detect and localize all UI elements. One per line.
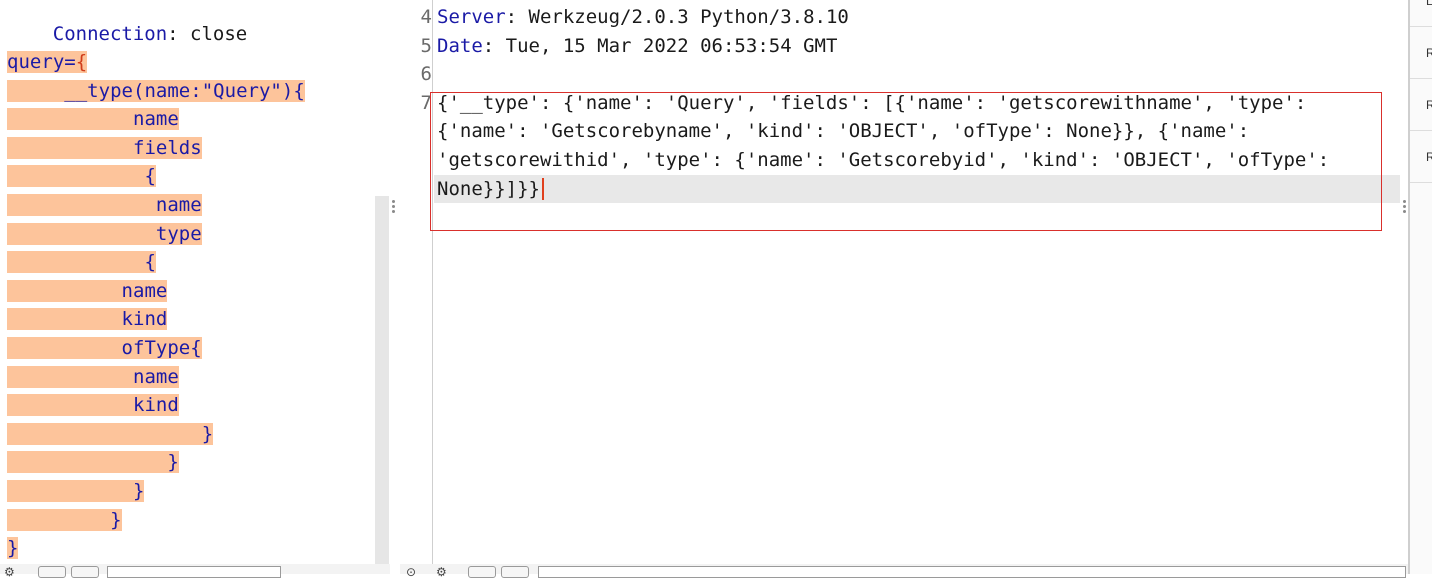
header-key: Server bbox=[437, 6, 506, 28]
side-tab[interactable]: R bbox=[1410, 130, 1432, 183]
response-editor[interactable]: 4 Server: Werkzeug/2.0.3 Python/3.8.10 5… bbox=[400, 0, 1408, 564]
request-search-input[interactable] bbox=[107, 566, 281, 578]
header-value: Werkzeug/2.0.3 Python/3.8.10 bbox=[528, 6, 849, 28]
header-separator: : bbox=[482, 34, 506, 57]
request-body-line: ofType{ bbox=[7, 334, 202, 363]
header-separator: : bbox=[167, 22, 191, 45]
line-number: 6 bbox=[420, 63, 432, 86]
splitter-handle-left[interactable] bbox=[392, 198, 396, 215]
selected-text: query={ bbox=[7, 51, 88, 73]
request-body-line: } bbox=[7, 477, 145, 506]
line-number: 7 bbox=[420, 91, 432, 114]
request-body-line: __type(name:"Query"){ bbox=[7, 77, 305, 106]
line-number: 5 bbox=[420, 34, 432, 57]
side-tab-label: R bbox=[1426, 150, 1432, 164]
response-body-wrap: 'getscorewithid', 'type': {'name': 'Gets… bbox=[437, 149, 1330, 171]
selected-text: fields bbox=[7, 136, 202, 159]
selected-text: } bbox=[7, 480, 145, 502]
prev-button[interactable] bbox=[468, 566, 496, 578]
side-tab-label: R bbox=[1426, 98, 1432, 112]
selected-text: { bbox=[7, 165, 156, 188]
prev-button[interactable] bbox=[38, 566, 66, 578]
response-body-end: None}}]}} bbox=[437, 177, 540, 200]
side-tab[interactable]: R bbox=[1410, 26, 1432, 79]
request-editor[interactable]: Connection: close query={ __type(name:"Q… bbox=[0, 0, 390, 564]
header-key: Date bbox=[437, 34, 483, 57]
side-tab-label: L bbox=[1426, 0, 1432, 8]
selected-text: ofType{ bbox=[7, 337, 202, 359]
text-caret bbox=[541, 178, 544, 201]
splitter-handle-right[interactable] bbox=[1403, 198, 1407, 215]
response-body-wrap: {'name': 'Getscorebyname', 'kind': 'OBJE… bbox=[437, 120, 1250, 143]
gear-icon[interactable]: ⚙ bbox=[4, 565, 15, 579]
current-line-highlight bbox=[434, 175, 1400, 203]
selected-text: kind bbox=[7, 394, 179, 417]
request-header-line: Connection: close bbox=[7, 0, 247, 45]
selected-text: } bbox=[7, 508, 122, 531]
selected-text: name bbox=[7, 108, 179, 131]
request-body-line: name bbox=[7, 191, 202, 220]
selected-text: type bbox=[7, 222, 202, 245]
selected-text: name bbox=[7, 279, 168, 302]
response-body-wrap: None}}]}} bbox=[437, 175, 544, 204]
request-body-line: query={ bbox=[7, 48, 88, 77]
request-body-line: } bbox=[7, 506, 122, 535]
request-body-line: { bbox=[7, 162, 156, 191]
side-tab[interactable]: R bbox=[1410, 78, 1432, 131]
header-value: Tue, 15 Mar 2022 06:53:54 GMT bbox=[505, 34, 838, 57]
side-tab[interactable]: L bbox=[1410, 0, 1432, 27]
selected-text: } bbox=[7, 537, 19, 560]
request-body-line: } bbox=[7, 534, 19, 563]
response-body-line: {'__type': {'name': 'Query', 'fields': [… bbox=[437, 91, 1307, 114]
request-body-line: kind bbox=[7, 305, 168, 334]
selected-text: } bbox=[7, 451, 179, 474]
response-line-date: Date: Tue, 15 Mar 2022 06:53:54 GMT bbox=[437, 32, 837, 61]
request-body-line: } bbox=[7, 448, 179, 477]
selected-text: name bbox=[7, 365, 179, 388]
response-line-server: Server: Werkzeug/2.0.3 Python/3.8.10 bbox=[437, 3, 849, 32]
request-body-line: name bbox=[7, 363, 179, 392]
side-tab-label: R bbox=[1426, 46, 1432, 60]
request-body-line: { bbox=[7, 248, 156, 277]
selected-text: } bbox=[7, 422, 214, 445]
request-body-line: kind bbox=[7, 391, 179, 420]
selected-text: kind bbox=[7, 308, 168, 331]
help-icon[interactable]: ⊙ bbox=[406, 565, 416, 579]
line-number: 4 bbox=[420, 6, 432, 28]
request-scrollbar[interactable] bbox=[375, 196, 389, 564]
response-search-input[interactable] bbox=[538, 566, 1406, 578]
selected-text: name bbox=[7, 194, 202, 216]
selected-text: __type(name:"Query"){ bbox=[7, 79, 305, 102]
inspector-side-panel: L R R R bbox=[1408, 0, 1432, 574]
request-body-line: name bbox=[7, 277, 168, 306]
request-body-line: fields bbox=[7, 134, 202, 163]
next-button[interactable] bbox=[71, 566, 99, 578]
request-body-line: name bbox=[7, 105, 179, 134]
selected-text: { bbox=[7, 251, 156, 274]
request-body-line: } bbox=[7, 420, 214, 449]
header-separator: : bbox=[505, 6, 529, 28]
header-key: Connection bbox=[52, 22, 168, 45]
header-value: close bbox=[190, 22, 248, 45]
request-body-line: type bbox=[7, 220, 202, 249]
gear-icon[interactable]: ⚙ bbox=[436, 565, 447, 579]
next-button[interactable] bbox=[501, 566, 529, 578]
